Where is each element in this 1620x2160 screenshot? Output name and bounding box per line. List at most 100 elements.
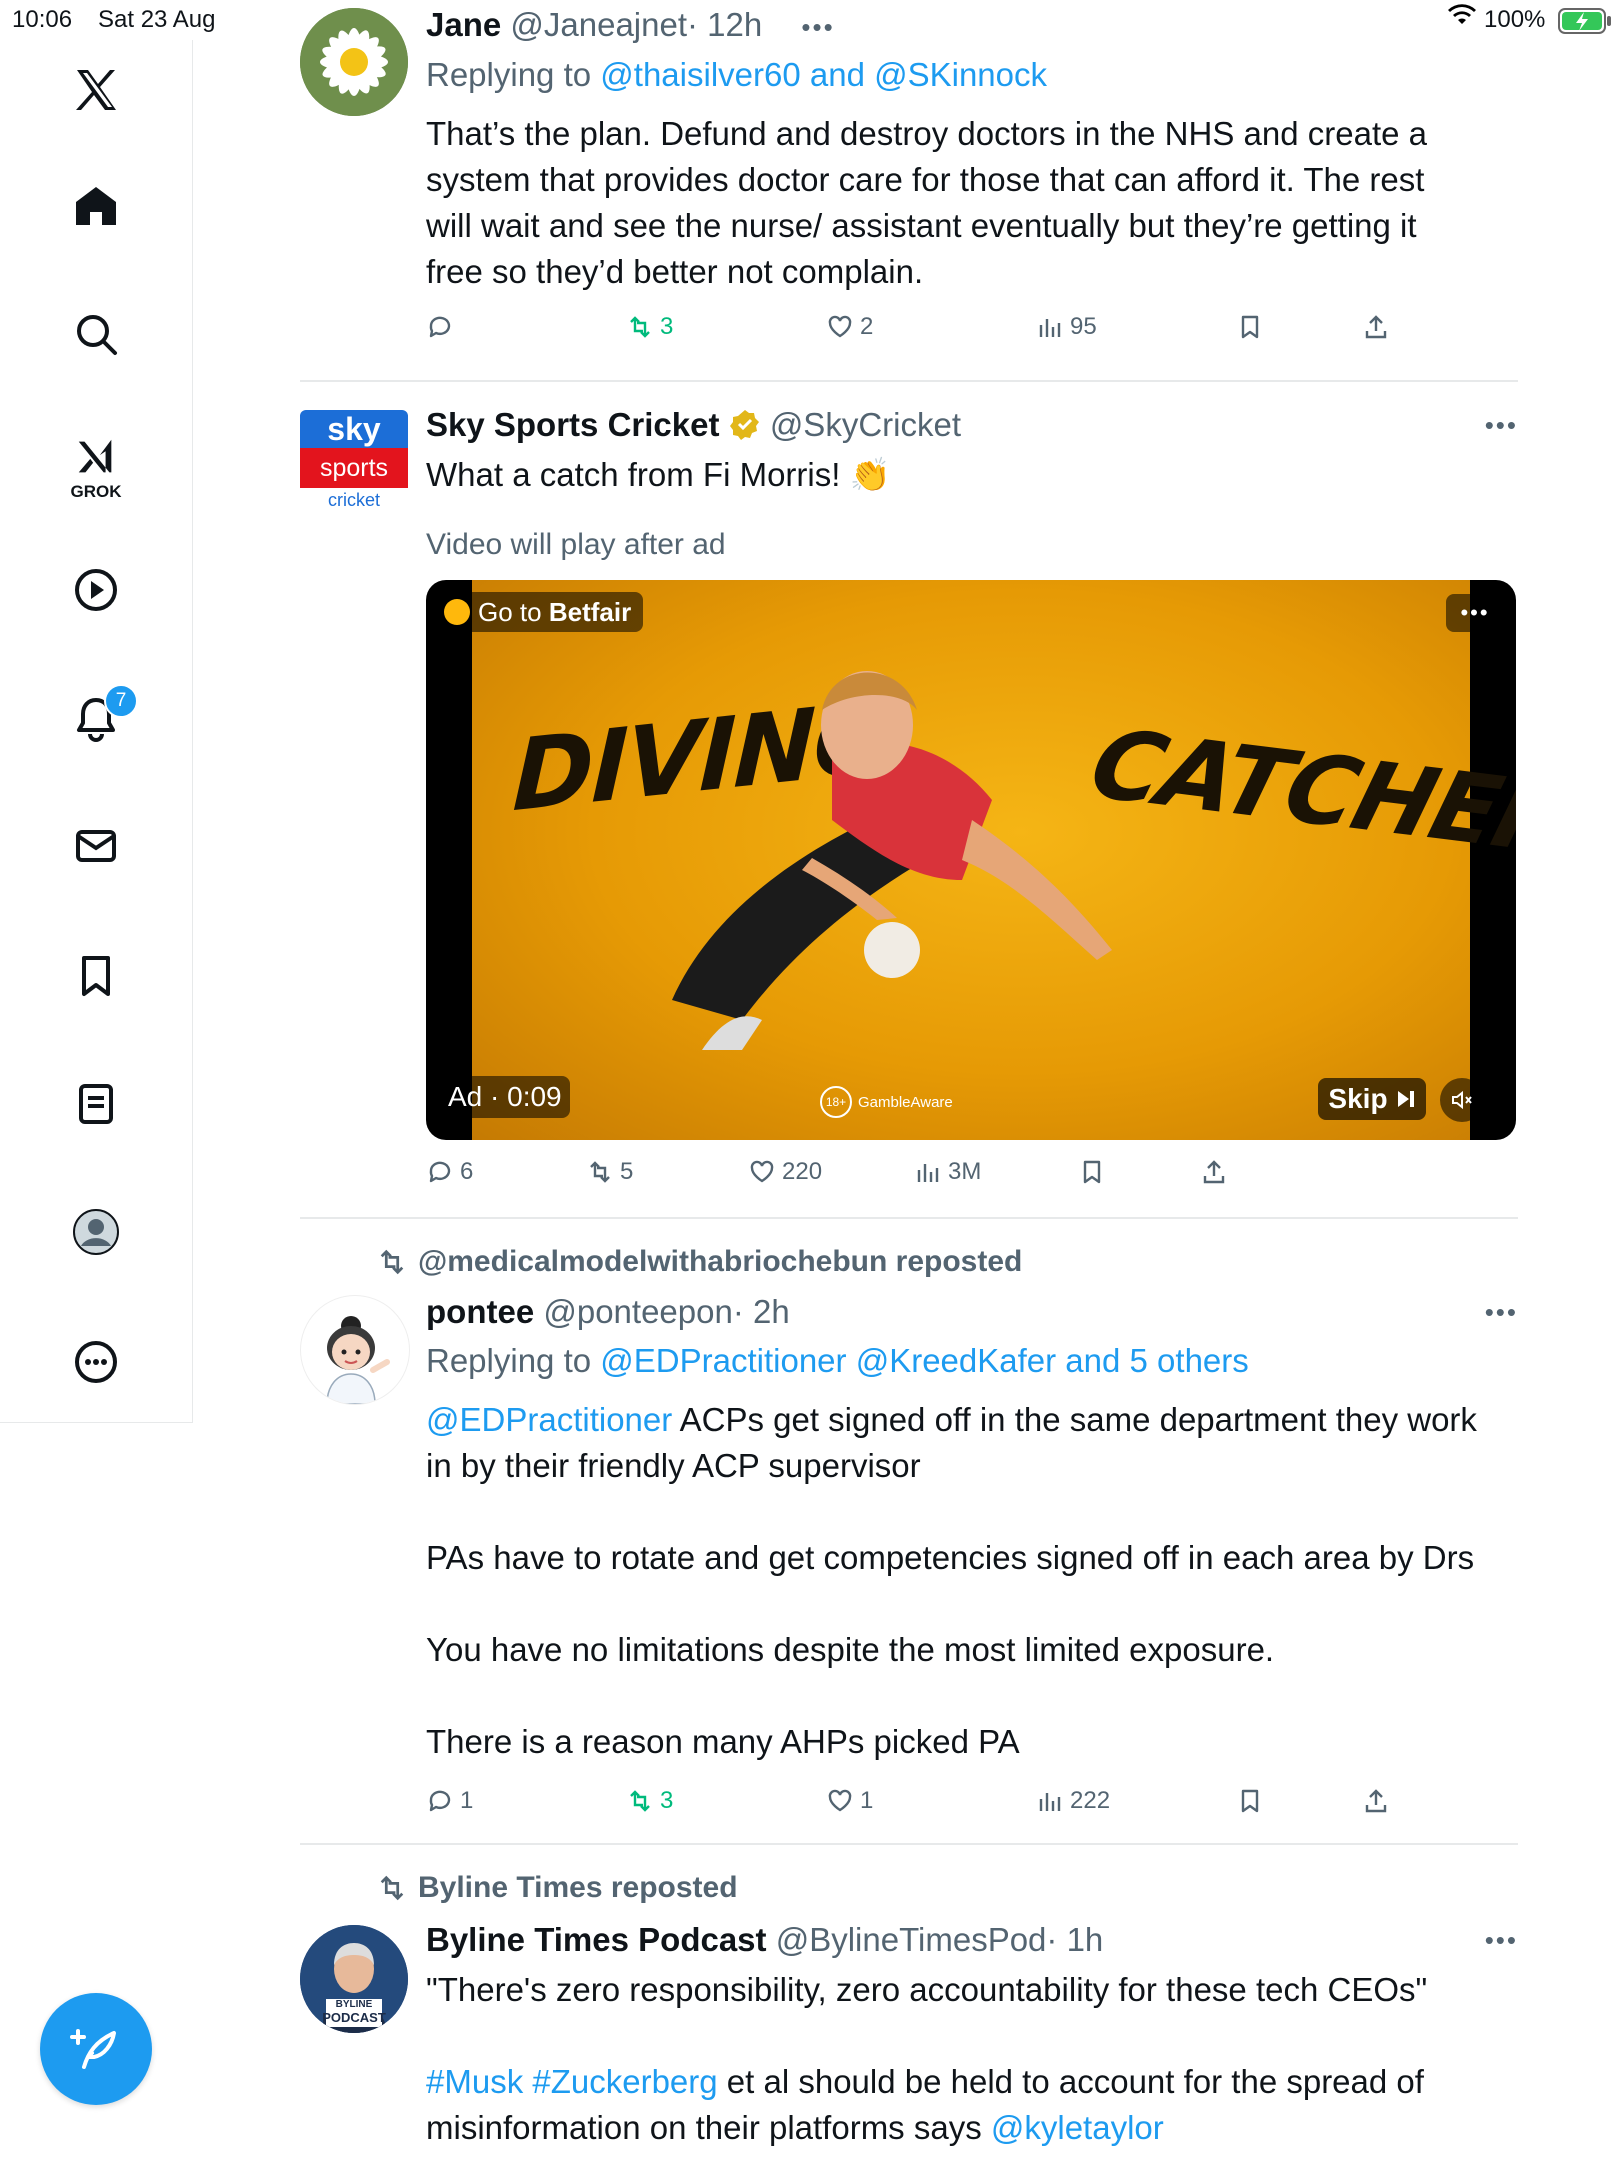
- share-button[interactable]: [1362, 1787, 1390, 1815]
- tweet-byline-times-podcast[interactable]: Byline Times reposted BYLINE PODCAST Byl…: [300, 1845, 1518, 2160]
- more-dots-icon[interactable]: •••: [1485, 410, 1518, 441]
- tweet-actions: 3 2 95: [426, 313, 1426, 353]
- compose-feather-icon: [70, 2029, 116, 2069]
- avatar[interactable]: sky sports cricket: [300, 410, 408, 514]
- tweet-text-line: There is a reason many AHPs picked PA: [426, 1723, 1020, 1760]
- video-more-button[interactable]: •••: [1446, 594, 1504, 632]
- bookmark-icon: [1241, 1789, 1259, 1813]
- timestamp[interactable]: · 1h: [1046, 1921, 1103, 1958]
- display-name[interactable]: pontee: [426, 1293, 534, 1330]
- skip-ad-button[interactable]: Skip: [1318, 1078, 1426, 1120]
- more-dots-icon[interactable]: •••: [1485, 1925, 1518, 1956]
- video-player[interactable]: DIVING CATCHERS Go to Betfair ••• Ad · 0…: [426, 580, 1516, 1140]
- notification-badge: 7: [104, 684, 138, 718]
- skip-icon: [1397, 1091, 1414, 1107]
- tweet-text-line: free so they’d better not complain.: [426, 253, 924, 290]
- more-options-icon[interactable]: [64, 1330, 128, 1394]
- bookmark-button[interactable]: [1236, 1787, 1264, 1815]
- avatar-logo-text: PODCAST: [322, 2010, 386, 2025]
- skip-label: Skip: [1328, 1083, 1388, 1114]
- reply-context: Replying to @EDPractitioner @KreedKafer …: [426, 1338, 1249, 1384]
- avatar[interactable]: [300, 1295, 410, 1405]
- lists-icon[interactable]: [64, 1072, 128, 1136]
- display-name[interactable]: Byline Times Podcast: [426, 1921, 767, 1958]
- repost-icon: [380, 1875, 404, 1901]
- messages-envelope-icon[interactable]: [64, 814, 128, 878]
- like-count: 2: [860, 313, 874, 340]
- repost-count: 5: [620, 1158, 634, 1185]
- compose-post-button[interactable]: [40, 1993, 152, 2105]
- bookmark-button[interactable]: [1078, 1158, 1106, 1186]
- reply-button[interactable]: 6: [426, 1158, 473, 1186]
- view-count: 222: [1070, 1787, 1111, 1814]
- views-button[interactable]: 95: [1036, 313, 1097, 341]
- reply-button[interactable]: 1: [426, 1787, 473, 1815]
- tweet-sky-sports-cricket[interactable]: sky sports cricket Sky Sports Cricket @S…: [300, 382, 1518, 1218]
- tweet-text-line: That’s the plan. Defund and destroy doct…: [426, 115, 1427, 152]
- reposted-by[interactable]: @medicalmodelwithabriochebun reposted: [418, 1245, 1022, 1279]
- share-button[interactable]: [1362, 313, 1390, 341]
- mute-toggle-button[interactable]: [1440, 1078, 1484, 1122]
- tweet-jane[interactable]: Jane @Janeajnet· 12h ••• Replying to @th…: [300, 0, 1518, 380]
- reply-button[interactable]: [426, 313, 454, 341]
- tweet-pontee[interactable]: @medicalmodelwithabriochebun reposted po…: [300, 1219, 1518, 1843]
- handle[interactable]: @Janeajnet: [510, 6, 687, 43]
- ad-cta-button[interactable]: Go to Betfair: [436, 592, 644, 632]
- reply-targets[interactable]: @EDPractitioner @KreedKafer and 5 others: [600, 1342, 1248, 1379]
- timestamp[interactable]: · 12h: [687, 6, 762, 43]
- display-name[interactable]: Sky Sports Cricket: [426, 406, 719, 443]
- bookmark-button[interactable]: [1236, 313, 1264, 341]
- search-icon[interactable]: [64, 302, 128, 366]
- grok-icon[interactable]: GROK: [64, 418, 128, 518]
- repost-button[interactable]: 5: [586, 1158, 633, 1186]
- reply-count: 6: [460, 1158, 474, 1185]
- tweet-text-line: misinformation on their platforms says: [426, 2109, 991, 2146]
- bookmarks-icon[interactable]: [64, 944, 128, 1008]
- reply-context: Replying to @thaisilver60 and @SKinnock: [426, 52, 1047, 98]
- tweet-text: What a catch from Fi Morris! 👏: [426, 456, 891, 493]
- handle[interactable]: @ponteepon: [543, 1293, 733, 1330]
- handle[interactable]: @SkyCricket: [770, 406, 961, 443]
- repost-button[interactable]: 3: [626, 1787, 673, 1815]
- mention-link[interactable]: @kyletaylor: [991, 2109, 1164, 2146]
- x-logo-icon[interactable]: [64, 58, 128, 122]
- reply-prefix: Replying to: [426, 56, 592, 93]
- profile-avatar-icon[interactable]: [64, 1200, 128, 1264]
- reply-targets[interactable]: @thaisilver60 and @SKinnock: [600, 56, 1047, 93]
- like-button[interactable]: 2: [826, 313, 873, 341]
- handle[interactable]: @BylineTimesPod: [776, 1921, 1047, 1958]
- tweet-text-line: "There's zero responsibility, zero accou…: [426, 1971, 1428, 2008]
- timestamp[interactable]: · 2h: [733, 1293, 790, 1330]
- hashtag-links[interactable]: #Musk #Zuckerberg: [426, 2063, 718, 2100]
- verified-badge-icon: [729, 406, 761, 452]
- avatar[interactable]: BYLINE PODCAST: [300, 1925, 408, 2033]
- analytics-icon: [1039, 1793, 1061, 1811]
- more-dots-icon[interactable]: •••: [1485, 1297, 1518, 1328]
- mention-link[interactable]: @EDPractitioner: [426, 1401, 672, 1438]
- views-button[interactable]: 3M: [914, 1158, 981, 1186]
- video-play-icon[interactable]: [64, 558, 128, 622]
- share-icon: [1365, 315, 1387, 339]
- bookmark-icon: [1241, 315, 1259, 339]
- views-button[interactable]: 222: [1036, 1787, 1110, 1815]
- home-icon[interactable]: [64, 174, 128, 238]
- avatar-logo-text: sports: [300, 448, 408, 488]
- heart-icon: [828, 315, 852, 338]
- cta-prefix: Go to: [478, 596, 549, 627]
- share-button[interactable]: [1200, 1158, 1228, 1186]
- tweet-actions: 1 3 1 222: [426, 1787, 1426, 1827]
- like-button[interactable]: 1: [826, 1787, 873, 1815]
- bookmark-icon: [1083, 1160, 1101, 1184]
- avatar[interactable]: [300, 8, 408, 116]
- tweet-header: Byline Times Podcast @BylineTimesPod· 1h: [426, 1917, 1103, 1963]
- reposted-by[interactable]: Byline Times reposted: [418, 1871, 738, 1905]
- gamble-aware-logo: 18+ GambleAware: [820, 1086, 953, 1118]
- display-name[interactable]: Jane: [426, 6, 501, 43]
- share-icon: [1203, 1160, 1225, 1184]
- diving-player-figure: [672, 671, 1112, 1050]
- video-notice: Video will play after ad: [426, 528, 726, 561]
- more-dots-icon[interactable]: •••: [801, 12, 834, 42]
- like-button[interactable]: 220: [748, 1158, 822, 1186]
- avatar-logo-text: sky: [300, 410, 408, 448]
- repost-button[interactable]: 3: [626, 313, 673, 341]
